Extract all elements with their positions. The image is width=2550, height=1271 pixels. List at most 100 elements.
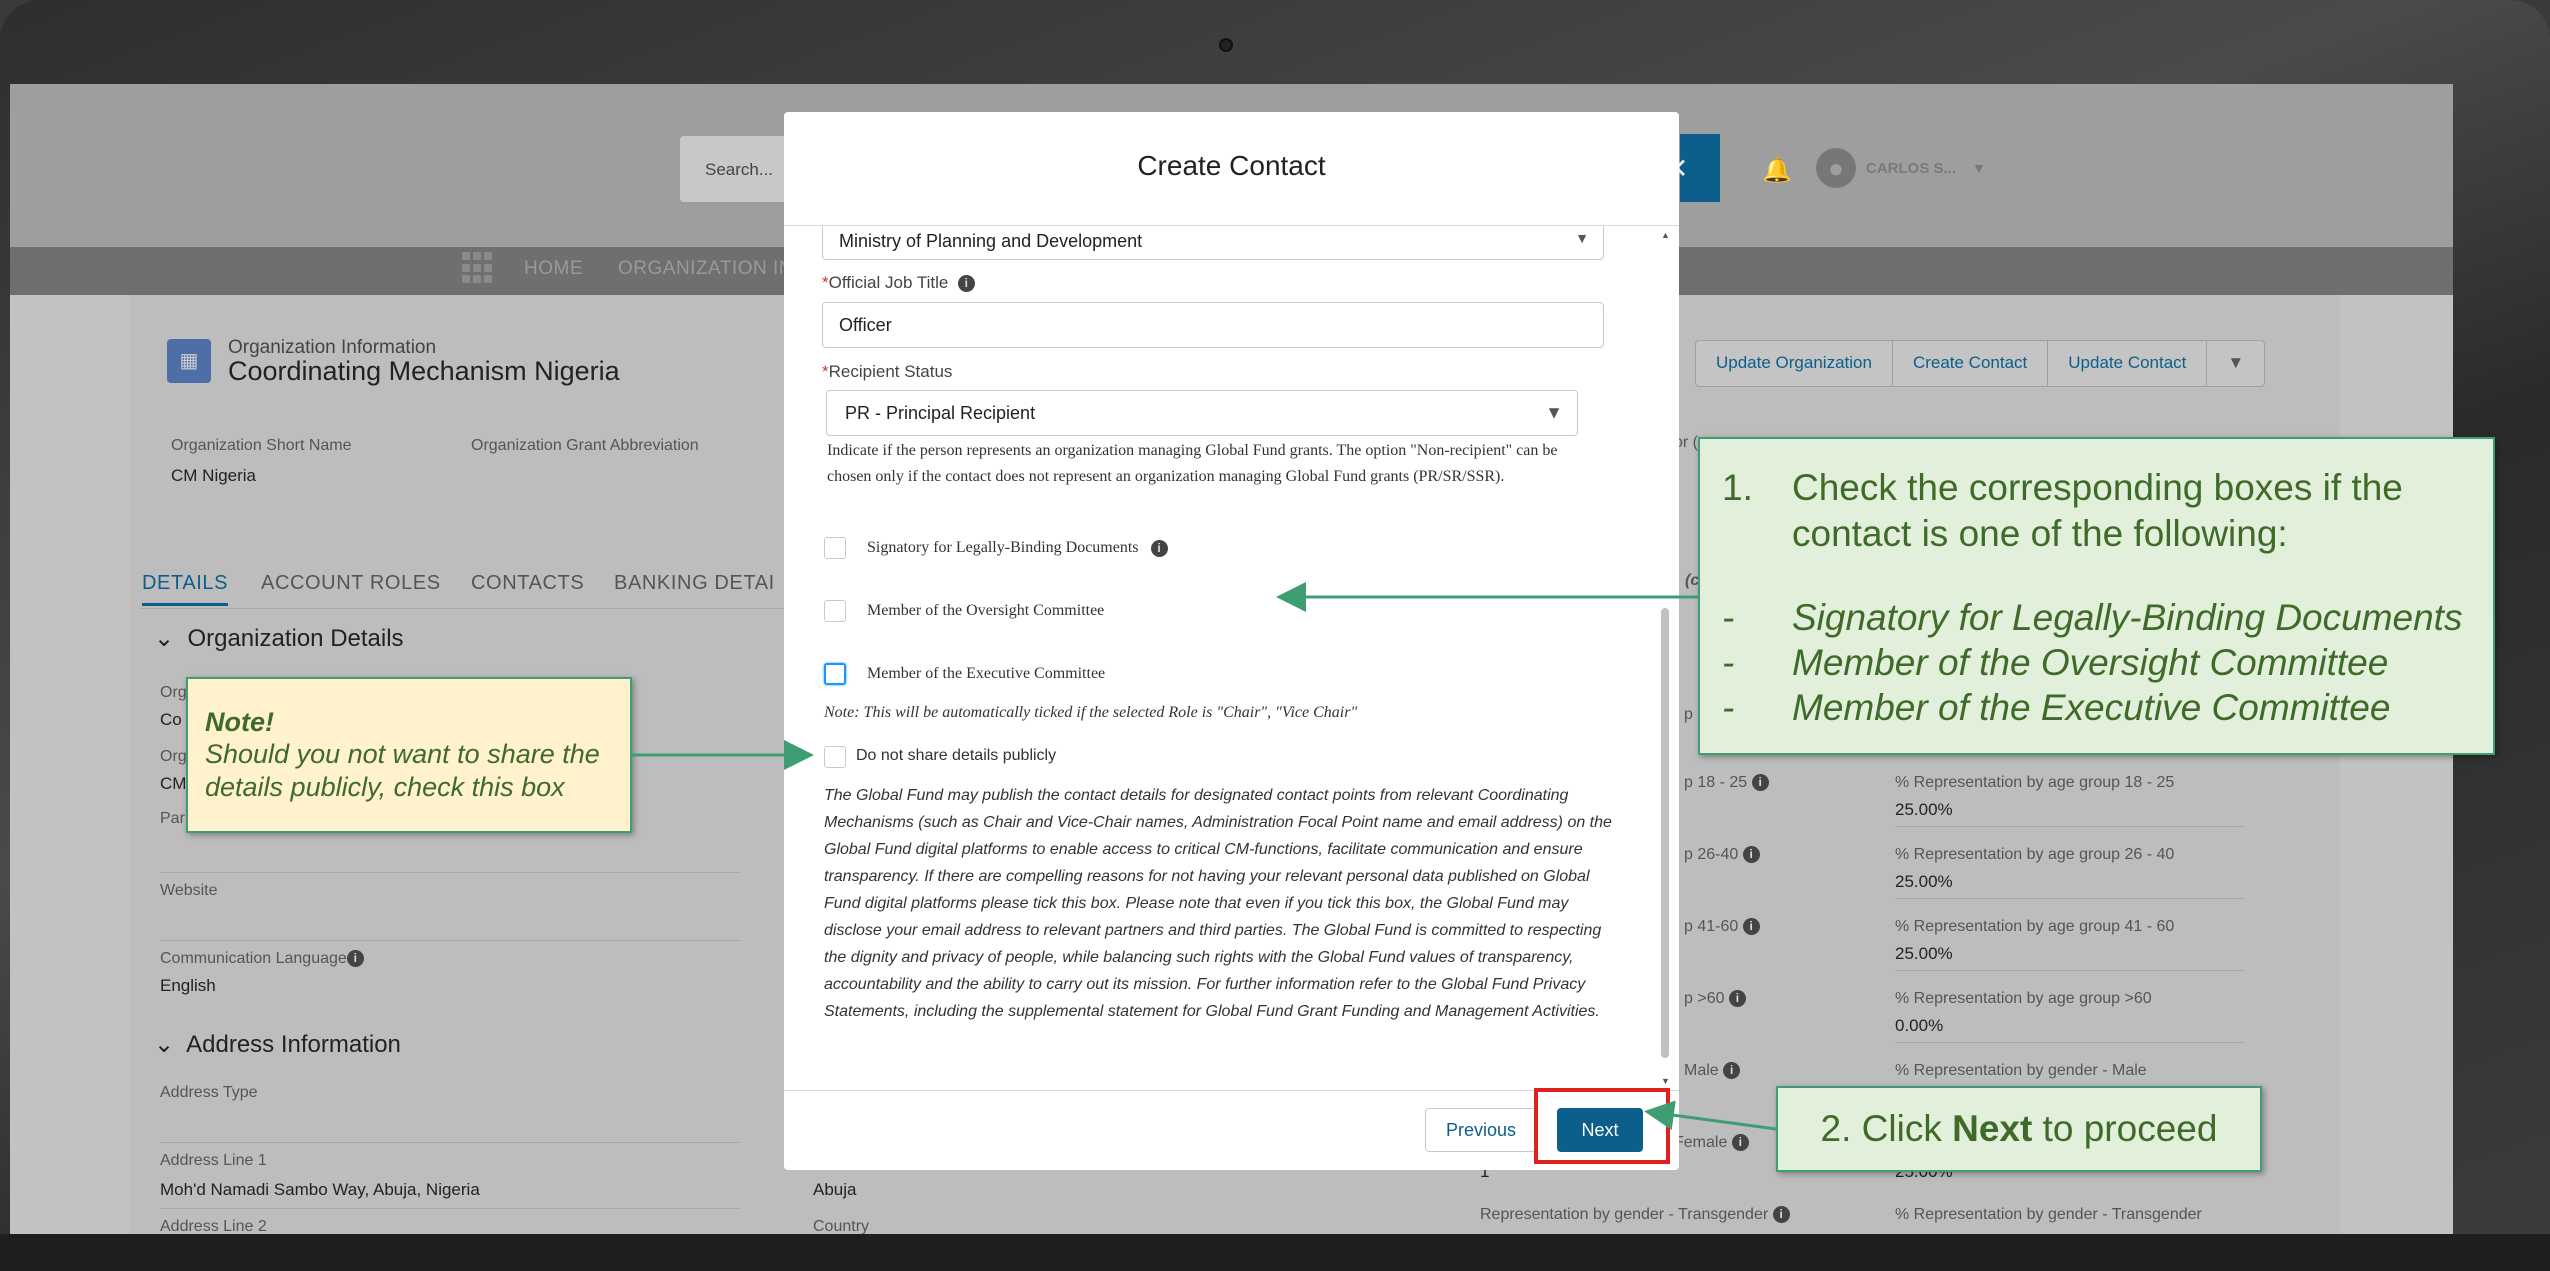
info-icon[interactable]: i: [1723, 1062, 1741, 1080]
country-label: Country: [813, 1218, 870, 1234]
privacy-checkbox[interactable]: [824, 746, 846, 768]
app-launcher-icon[interactable]: [462, 252, 492, 284]
address-type-label: Address Type: [160, 1084, 258, 1101]
create-contact-button[interactable]: Create Contact: [1893, 341, 2049, 386]
executive-label: Member of the Executive Committee: [867, 665, 1106, 682]
tab-details[interactable]: DETAILS: [142, 572, 229, 606]
privacy-statement: The Global Fund may publish the contact …: [824, 787, 1612, 1020]
update-contact-button[interactable]: Update Contact: [2048, 341, 2208, 386]
modal-body: Ministry of Planning and Development ▼ *O…: [784, 226, 1679, 1100]
tab-contacts[interactable]: CONTACTS: [471, 572, 584, 595]
scroll-up-icon[interactable]: ▲: [1661, 230, 1670, 240]
info-icon[interactable]: i: [957, 275, 975, 293]
divider: [160, 1208, 740, 1209]
tab-account-roles[interactable]: ACCOUNT ROLES: [261, 572, 441, 595]
username[interactable]: CARLOS S...: [1866, 160, 1956, 177]
bell-icon[interactable]: 🔔: [1762, 156, 1792, 184]
job-title-input[interactable]: Officer: [822, 302, 1604, 348]
age-field-label: p 26-40 i: [1684, 846, 1760, 864]
avatar[interactable]: ●: [1816, 148, 1856, 188]
website-label: Website: [160, 882, 218, 899]
webcam-icon: [1219, 38, 1233, 52]
recipient-status-label: *Recipient Status: [822, 362, 953, 381]
nav-organization[interactable]: ORGANIZATION IN: [618, 258, 793, 280]
privacy-label: Do not share details publicly: [856, 747, 1057, 764]
pct-label: % Representation by age group 18 - 25: [1895, 774, 2175, 791]
info-icon[interactable]: i: [1742, 846, 1760, 864]
info-icon[interactable]: i: [1728, 990, 1746, 1008]
info-icon[interactable]: i: [346, 950, 364, 968]
grant-abbrev-label: Organization Grant Abbreviation: [471, 437, 699, 454]
step1-item-text: Member of the Executive Committee: [1792, 687, 2391, 728]
pct-value: 25.00%: [1895, 944, 1953, 963]
organization-icon: ▦: [167, 339, 211, 383]
info-icon[interactable]: i: [1772, 1206, 1790, 1224]
modal-scrollbar[interactable]: ▲ ▼: [1658, 228, 1672, 1088]
divider: [160, 940, 740, 941]
pct-label: % Representation by age group 41 - 60: [1895, 918, 2175, 935]
search-input[interactable]: Search...: [680, 136, 800, 202]
age-field-label-text: p 18 - 25: [1684, 774, 1748, 791]
divider: [1895, 826, 2245, 827]
modal-header: Create Contact: [784, 112, 1679, 226]
recipient-status-select[interactable]: PR - Principal Recipient ▼: [826, 390, 1578, 436]
pct-label: % Representation by gender - Transgender: [1895, 1206, 2202, 1223]
chevron-down-icon: ▼: [1545, 402, 1563, 423]
gender-field-label: Male i: [1684, 1062, 1741, 1080]
divider: [1895, 1042, 2245, 1043]
oversight-checkbox[interactable]: [824, 600, 846, 622]
signatory-label-text: Signatory for Legally-Binding Documents: [867, 539, 1139, 556]
chevron-down-icon[interactable]: ▼: [1972, 160, 1986, 176]
tab-banking-details[interactable]: BANKING DETAI: [614, 572, 775, 595]
info-icon[interactable]: i: [1751, 774, 1769, 792]
signatory-checkbox[interactable]: [824, 537, 846, 559]
step1-item: - Member of the Oversight Committee: [1722, 640, 2388, 686]
info-icon[interactable]: i: [1742, 918, 1760, 936]
short-name-value: CM Nigeria: [171, 466, 257, 485]
divider: [160, 872, 740, 873]
note-text: Should you not want to share the details…: [205, 739, 600, 802]
info-icon[interactable]: i: [1150, 539, 1168, 557]
note-title: Note!: [205, 707, 274, 737]
job-title-label-text: Official Job Title: [828, 273, 949, 292]
organization-select-value: Ministry of Planning and Development: [839, 231, 1143, 251]
step1-callout: 1. Check the corresponding boxes if the …: [1698, 437, 2495, 755]
nav-home[interactable]: HOME: [524, 258, 583, 280]
executive-checkbox[interactable]: [824, 663, 846, 685]
age-field-label-text: p 26-40: [1684, 846, 1739, 863]
city-value: Abuja: [813, 1180, 857, 1199]
update-organization-button[interactable]: Update Organization: [1696, 341, 1893, 386]
address-line1-value: Moh'd Namadi Sambo Way, Abuja, Nigeria: [160, 1180, 480, 1199]
organization-select[interactable]: Ministry of Planning and Development ▼: [822, 226, 1604, 260]
pct-value: 25.00%: [1895, 872, 1953, 891]
gender-field-label-text: Representation by gender - Transgender: [1480, 1206, 1769, 1223]
section-address-title: Address Information: [186, 1031, 401, 1058]
previous-button[interactable]: Previous: [1425, 1108, 1537, 1152]
step2-bold: Next: [1952, 1108, 2033, 1149]
age-field-label-text: p >60: [1684, 990, 1725, 1007]
info-icon[interactable]: i: [1731, 1134, 1749, 1152]
address-line2-label: Address Line 2: [160, 1218, 267, 1234]
scrollbar-thumb[interactable]: [1661, 608, 1669, 1058]
modal-title: Create Contact: [1137, 150, 1326, 181]
tabs-divider: [140, 608, 800, 609]
more-actions-icon[interactable]: ▼: [2207, 341, 2264, 386]
address-line1-label: Address Line 1: [160, 1152, 267, 1169]
pct-label: % Representation by gender - Male: [1895, 1062, 2147, 1079]
pct-label: % Representation by age group >60: [1895, 990, 2152, 1007]
auto-tick-note: Note: This will be automatically ticked …: [824, 704, 1358, 721]
section-org-details-title: Organization Details: [187, 625, 404, 652]
step1-item-text: Member of the Oversight Committee: [1792, 642, 2389, 683]
section-address[interactable]: ⌄ Address Information: [154, 1030, 401, 1059]
divider: [160, 1142, 740, 1143]
recipient-help-text: Indicate if the person represents an org…: [827, 442, 1558, 485]
field-label: Org: [160, 748, 187, 765]
step2-prefix: 2. Click: [1820, 1108, 1953, 1149]
comm-lang-value: English: [160, 976, 216, 995]
comm-lang-label-text: Communication Language: [160, 950, 347, 967]
pct-label: % Representation by age group 26 - 40: [1895, 846, 2175, 863]
age-field-label-text: p 41-60: [1684, 918, 1739, 935]
section-org-details[interactable]: ⌄ Organization Details: [154, 624, 404, 653]
scroll-down-icon[interactable]: ▼: [1661, 1076, 1670, 1086]
chevron-down-icon: ▼: [1575, 230, 1589, 246]
